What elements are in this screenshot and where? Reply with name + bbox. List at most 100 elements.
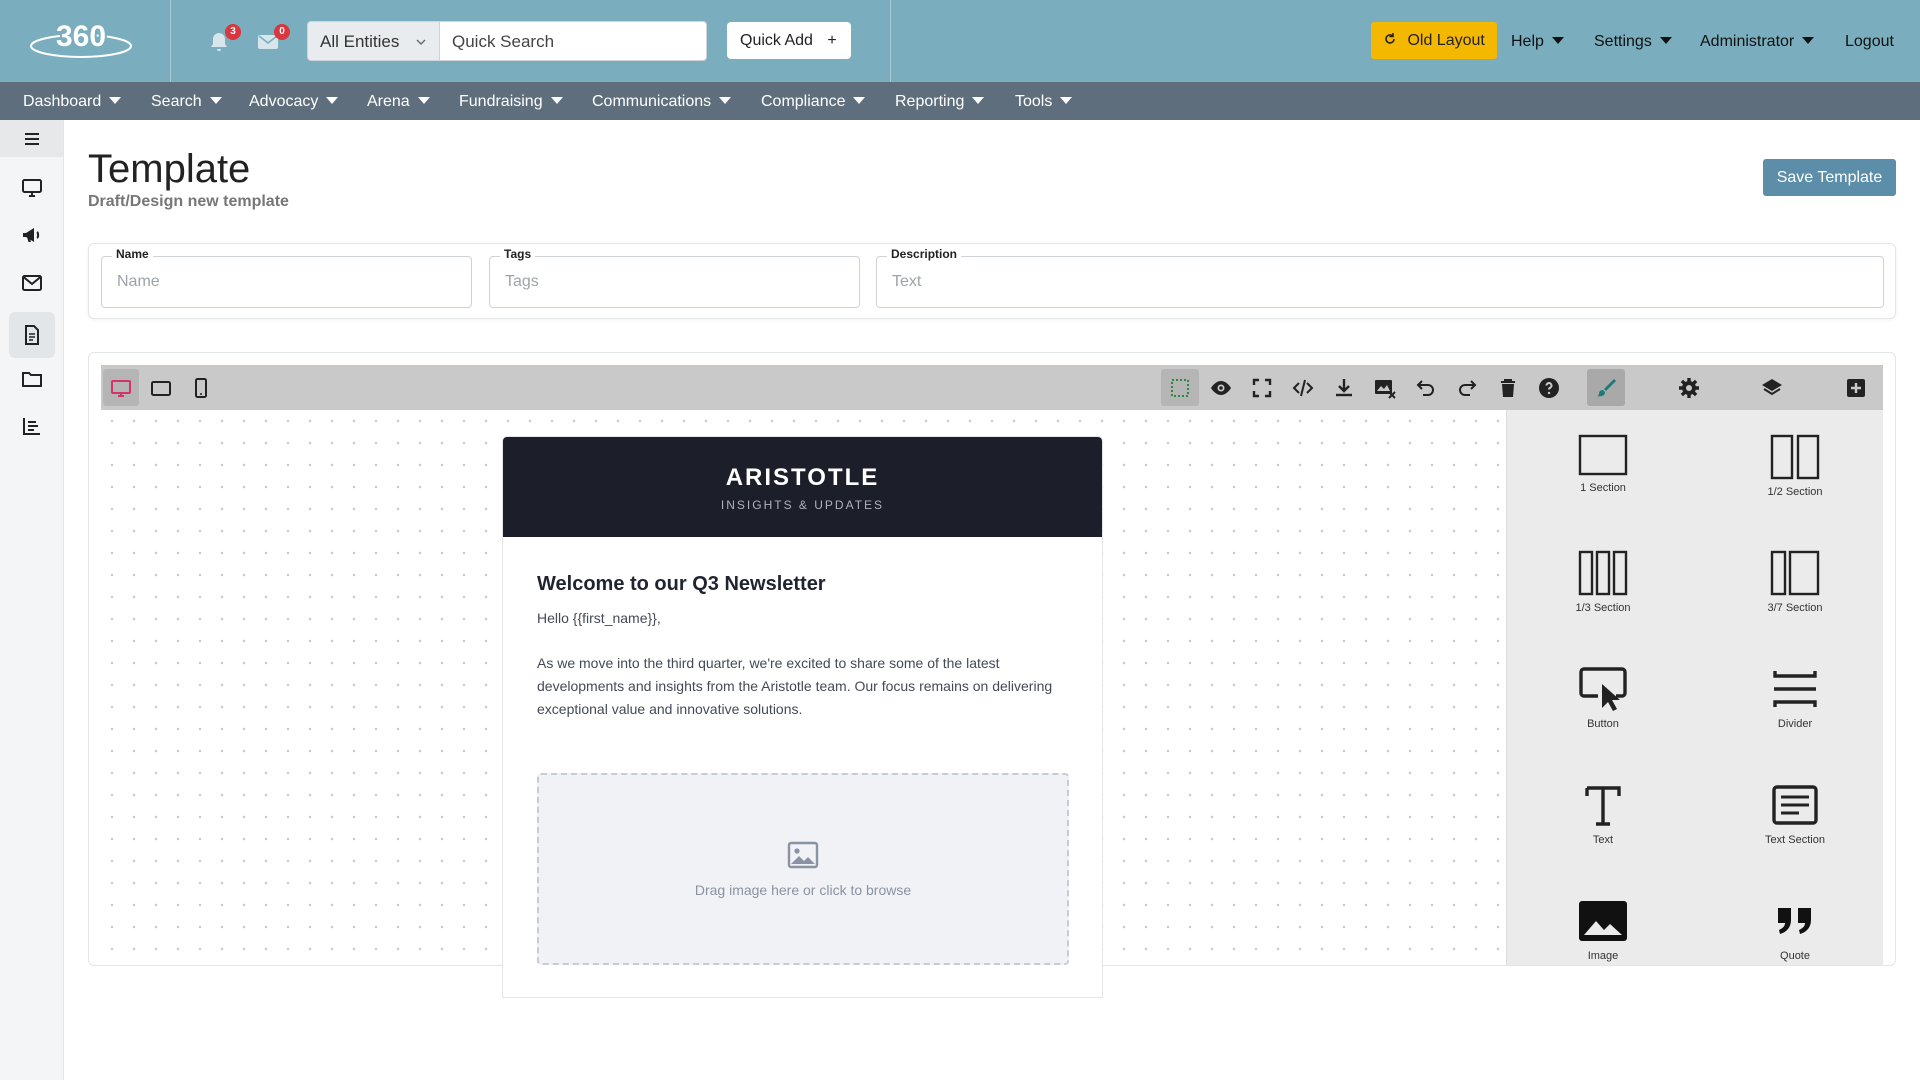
nav-arena[interactable]: Arena bbox=[367, 93, 430, 111]
block-image[interactable]: Image bbox=[1533, 898, 1673, 962]
header-divider bbox=[170, 0, 171, 82]
caret-down-icon bbox=[417, 97, 430, 104]
block-button[interactable]: Button bbox=[1533, 666, 1673, 730]
caret-down-icon bbox=[109, 97, 122, 104]
quick-search-input[interactable]: Quick Search bbox=[439, 21, 707, 61]
caret-down-icon bbox=[719, 97, 732, 104]
nav-dashboard[interactable]: Dashboard bbox=[23, 93, 122, 111]
mobile-view-icon[interactable] bbox=[189, 376, 213, 400]
block-text-section[interactable]: Text Section bbox=[1725, 782, 1865, 846]
desktop-view-icon[interactable] bbox=[109, 376, 133, 400]
nav-reporting[interactable]: Reporting bbox=[895, 93, 985, 111]
monitor-icon[interactable] bbox=[20, 176, 44, 200]
newsletter-header[interactable]: ARISTOTLE INSIGHTS & UPDATES bbox=[503, 437, 1102, 537]
trash-icon[interactable] bbox=[1496, 376, 1520, 400]
download-icon[interactable] bbox=[1332, 376, 1356, 400]
old-layout-label: Old Layout bbox=[1407, 32, 1485, 49]
tablet-view-icon[interactable] bbox=[149, 376, 173, 400]
user-label: Administrator bbox=[1700, 33, 1795, 50]
tags-field[interactable]: Tags Tags bbox=[489, 247, 860, 308]
nav-communications[interactable]: Communications bbox=[592, 93, 732, 111]
caret-down-icon bbox=[326, 97, 339, 104]
app-logo[interactable]: 360 bbox=[26, 14, 136, 64]
nav-compliance[interactable]: Compliance bbox=[761, 93, 866, 111]
block-label: Quote bbox=[1780, 950, 1810, 962]
name-field-label: Name bbox=[112, 247, 153, 261]
block-divider[interactable]: Divider bbox=[1725, 666, 1865, 730]
block-1-2-section[interactable]: 1/2 Section bbox=[1725, 434, 1865, 498]
logout-link[interactable]: Logout bbox=[1845, 33, 1894, 51]
three-seven-section-icon bbox=[1770, 550, 1820, 596]
main-nav: Dashboard Search Advocacy Arena Fundrais… bbox=[0, 82, 1920, 120]
block-label: Button bbox=[1587, 718, 1619, 730]
mail-icon[interactable] bbox=[20, 271, 44, 295]
quick-add-button[interactable]: Quick Add + bbox=[727, 22, 851, 59]
nav-fundraising[interactable]: Fundraising bbox=[459, 93, 563, 111]
one-section-icon bbox=[1578, 434, 1628, 476]
messages-badge: 0 bbox=[274, 24, 290, 40]
settings-label: Settings bbox=[1594, 33, 1652, 50]
description-field[interactable]: Description Text bbox=[876, 247, 1884, 308]
newsletter-paragraph[interactable]: As we move into the third quarter, we're… bbox=[537, 652, 1068, 721]
layers-icon[interactable] bbox=[1760, 376, 1784, 400]
document-icon[interactable] bbox=[20, 323, 44, 347]
gear-icon[interactable] bbox=[1677, 376, 1701, 400]
description-field-label: Description bbox=[887, 247, 962, 261]
newsletter-tagline[interactable]: INSIGHTS & UPDATES bbox=[503, 498, 1102, 512]
redo-icon[interactable] bbox=[1455, 376, 1479, 400]
code-icon[interactable] bbox=[1291, 376, 1315, 400]
name-field[interactable]: Name Name bbox=[101, 247, 472, 308]
description-field-placeholder: Text bbox=[892, 273, 922, 290]
block-1-3-section[interactable]: 1/3 Section bbox=[1533, 550, 1673, 614]
nav-label: Tools bbox=[1015, 93, 1053, 110]
block-1-section[interactable]: 1 Section bbox=[1533, 434, 1673, 494]
nav-label: Fundraising bbox=[459, 93, 543, 110]
block-text[interactable]: Text bbox=[1533, 782, 1673, 846]
select-components-icon[interactable] bbox=[1168, 376, 1192, 400]
newsletter-body[interactable]: Welcome to our Q3 Newsletter Hello {{fir… bbox=[503, 537, 1102, 757]
user-menu[interactable]: Administrator bbox=[1700, 33, 1815, 51]
nav-label: Arena bbox=[367, 93, 410, 110]
nav-tools[interactable]: Tools bbox=[1015, 93, 1073, 111]
folder-icon[interactable] bbox=[20, 367, 44, 391]
editor-toolbar bbox=[101, 365, 1883, 410]
bar-chart-icon[interactable] bbox=[20, 414, 44, 438]
block-quote[interactable]: Quote bbox=[1725, 898, 1865, 962]
save-template-button[interactable]: Save Template bbox=[1763, 159, 1896, 196]
block-label: 1 Section bbox=[1580, 482, 1626, 494]
newsletter-preview[interactable]: ARISTOTLE INSIGHTS & UPDATES Welcome to … bbox=[503, 437, 1102, 997]
image-dropzone[interactable]: Drag image here or click to browse bbox=[537, 773, 1069, 965]
fullscreen-icon[interactable] bbox=[1250, 376, 1274, 400]
template-fields-panel: Name Name Tags Tags Description Text bbox=[88, 243, 1896, 319]
refresh-icon bbox=[1383, 32, 1401, 49]
notifications-bell-icon[interactable]: 3 bbox=[207, 24, 241, 54]
notifications-badge: 3 bbox=[225, 24, 241, 40]
settings-menu[interactable]: Settings bbox=[1594, 33, 1672, 51]
nav-advocacy[interactable]: Advocacy bbox=[249, 93, 339, 111]
undo-icon[interactable] bbox=[1414, 376, 1438, 400]
nav-label: Reporting bbox=[895, 93, 965, 110]
page-title: Template bbox=[88, 147, 251, 191]
text-section-icon bbox=[1772, 785, 1818, 825]
clear-images-icon[interactable] bbox=[1373, 376, 1397, 400]
megaphone-icon[interactable] bbox=[20, 223, 44, 247]
block-3-7-section[interactable]: 3/7 Section bbox=[1725, 550, 1865, 614]
old-layout-button[interactable]: Old Layout bbox=[1371, 22, 1497, 59]
image-dropzone-label: Drag image here or click to browse bbox=[694, 882, 912, 898]
block-label: Divider bbox=[1777, 718, 1813, 730]
caret-down-icon bbox=[972, 97, 985, 104]
hamburger-menu-icon[interactable] bbox=[20, 127, 44, 151]
messages-envelope-icon[interactable]: 0 bbox=[256, 24, 290, 54]
newsletter-heading[interactable]: Welcome to our Q3 Newsletter bbox=[537, 573, 1068, 596]
block-label: 1/3 Section bbox=[1575, 602, 1631, 614]
nav-search[interactable]: Search bbox=[151, 93, 222, 111]
help-icon[interactable] bbox=[1537, 376, 1561, 400]
preview-eye-icon[interactable] bbox=[1209, 376, 1233, 400]
help-menu[interactable]: Help bbox=[1511, 33, 1564, 51]
entity-select[interactable]: All Entities bbox=[307, 21, 440, 61]
newsletter-greeting[interactable]: Hello {{first_name}}, bbox=[537, 607, 1068, 630]
newsletter-brand[interactable]: ARISTOTLE bbox=[503, 464, 1102, 492]
style-manager-brush-icon[interactable] bbox=[1594, 376, 1618, 400]
add-blocks-icon[interactable] bbox=[1844, 376, 1868, 400]
header-divider bbox=[890, 0, 891, 82]
